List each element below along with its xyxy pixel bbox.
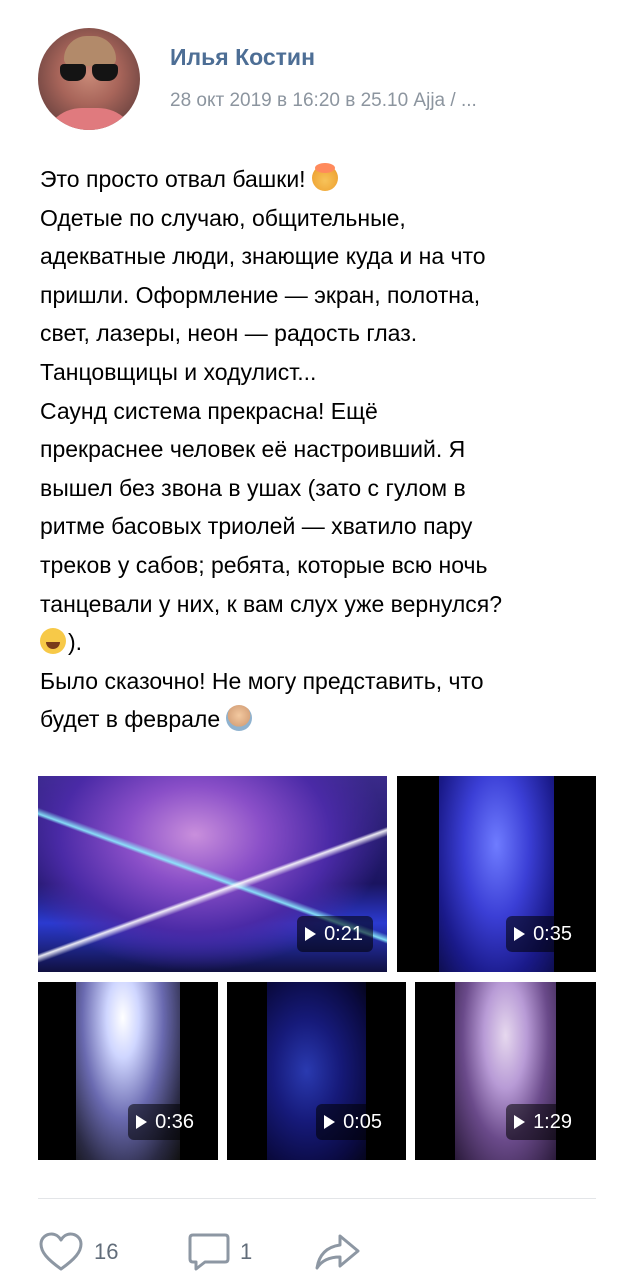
text-line: пришли. Оформление — экран, полотна, bbox=[40, 281, 481, 308]
person-emoji bbox=[226, 705, 253, 732]
text-line: Это просто отвал башки! bbox=[40, 160, 600, 199]
comment-icon bbox=[188, 1232, 230, 1272]
text-line: танцевали у них, к вам слух уже вернулся… bbox=[40, 590, 503, 617]
text-line: прекраснее человек её настроивший. Я bbox=[40, 436, 466, 463]
play-icon bbox=[324, 1115, 336, 1129]
video-thumbnail-2[interactable]: 0:35 bbox=[397, 776, 596, 972]
text-line: треков у сабов; ребята, которые всю ночь bbox=[40, 551, 488, 578]
laughing-emoji bbox=[40, 628, 66, 655]
avatar[interactable] bbox=[38, 28, 140, 130]
text-line: Саунд система прекрасна! Ещё bbox=[40, 397, 378, 424]
video-duration-badge: 0:21 bbox=[297, 916, 373, 952]
text-line: будет в феврале bbox=[40, 700, 600, 739]
video-thumbnail-1[interactable]: 0:21 bbox=[38, 776, 387, 972]
duration-text: 0:35 bbox=[533, 923, 572, 945]
exploding-head-emoji bbox=[311, 163, 338, 191]
divider bbox=[38, 1198, 596, 1199]
text-line: адекватные люди, знающие куда и на что bbox=[40, 243, 486, 270]
video-duration-badge: 0:35 bbox=[506, 916, 582, 952]
text-line: ритме басовых триолей — хватило пару bbox=[40, 513, 473, 540]
post-text: Это просто отвал башки! Одетые по случаю… bbox=[40, 160, 600, 739]
share-button[interactable] bbox=[314, 1228, 362, 1276]
video-thumbnail-4[interactable]: 0:05 bbox=[227, 982, 406, 1160]
author-name[interactable]: Илья Костин bbox=[170, 44, 315, 71]
play-icon bbox=[514, 1115, 526, 1129]
video-duration-badge: 0:36 bbox=[128, 1104, 204, 1140]
avatar-shirt bbox=[42, 108, 138, 130]
duration-text: 0:05 bbox=[343, 1111, 382, 1133]
avatar-hair bbox=[64, 36, 116, 66]
text-line: Было сказочно! Не могу представить, что bbox=[40, 667, 484, 694]
text-line-content: ). bbox=[68, 629, 83, 656]
text-line: ). bbox=[40, 623, 600, 662]
video-duration-badge: 0:05 bbox=[316, 1104, 392, 1140]
text-line-content: Это просто отвал башки! bbox=[40, 166, 306, 192]
comment-button[interactable]: 1 bbox=[188, 1228, 252, 1276]
duration-text: 1:29 bbox=[533, 1111, 572, 1133]
post-actions: 16 1 bbox=[38, 1228, 598, 1276]
text-line: вышел без звона в ушах (зато с гулом в bbox=[40, 474, 466, 501]
video-duration-badge: 1:29 bbox=[506, 1104, 582, 1140]
duration-text: 0:21 bbox=[324, 923, 363, 945]
text-line-content: будет в феврале bbox=[40, 706, 221, 733]
play-icon bbox=[305, 927, 317, 941]
play-icon bbox=[514, 927, 526, 941]
like-button[interactable]: 16 bbox=[38, 1228, 118, 1276]
like-count: 16 bbox=[94, 1239, 119, 1264]
text-line: Танцовщицы и ходулист... bbox=[40, 358, 317, 385]
text-line: Одетые по случаю, общительные, bbox=[40, 204, 406, 231]
post-meta[interactable]: 28 окт 2019 в 16:20 в 25.10 Ajja / ... bbox=[170, 90, 477, 112]
heart-icon bbox=[38, 1232, 84, 1272]
post-header: Илья Костин 28 окт 2019 в 16:20 в 25.10 … bbox=[38, 28, 598, 132]
video-thumbnail-3[interactable]: 0:36 bbox=[38, 982, 218, 1160]
video-thumbnail-5[interactable]: 1:29 bbox=[415, 982, 596, 1160]
avatar-glasses bbox=[60, 64, 120, 82]
duration-text: 0:36 bbox=[155, 1111, 194, 1133]
share-icon bbox=[314, 1232, 362, 1272]
text-line: свет, лазеры, неон — радость глаз. bbox=[40, 320, 418, 347]
play-icon bbox=[136, 1115, 148, 1129]
comment-count: 1 bbox=[240, 1239, 253, 1264]
